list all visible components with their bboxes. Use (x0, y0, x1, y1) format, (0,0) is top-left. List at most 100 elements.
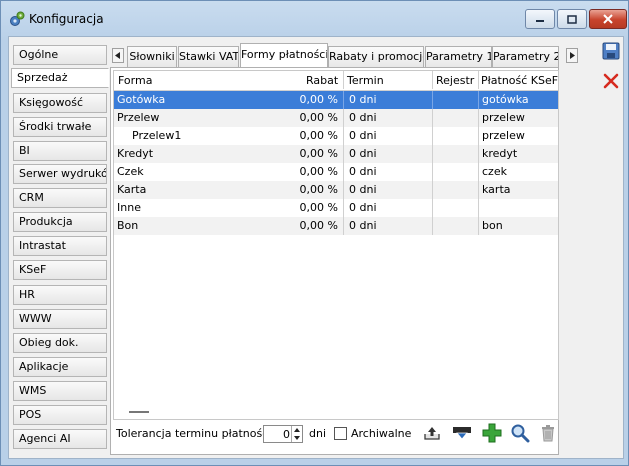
table-row[interactable]: Kredyt 0,00 % 0 dni kredyt (114, 145, 558, 163)
top-tab-5[interactable]: Parametry 1 (425, 46, 492, 67)
magnifier-icon (511, 424, 530, 443)
left-tab-6[interactable]: Serwer wydruków (13, 164, 107, 184)
trash-icon (542, 425, 554, 442)
maximize-button[interactable] (557, 9, 587, 29)
cell-ksef: bon (482, 219, 503, 232)
column-separator (343, 145, 344, 163)
spin-down-icon[interactable] (294, 436, 300, 440)
spinner-arrows[interactable] (291, 426, 302, 442)
left-tab-5[interactable]: BI (13, 141, 107, 161)
archive-label[interactable]: Archiwalne (351, 427, 411, 440)
top-tab-1[interactable]: Słowniki (127, 46, 177, 67)
top-tab-2[interactable]: Stawki VAT (178, 46, 239, 67)
table-row[interactable]: Przelew1 0,00 % 0 dni przelew (114, 127, 558, 145)
column-header-platnosc-ksef[interactable]: Płatność KSeF (481, 74, 558, 87)
save-button[interactable] (599, 39, 623, 63)
left-tab-11[interactable]: HR (13, 285, 107, 305)
left-tab-14[interactable]: Aplikacje (13, 357, 107, 377)
table-row[interactable]: Przelew 0,00 % 0 dni przelew (114, 109, 558, 127)
cell-rabat: 0,00 % (299, 183, 338, 196)
column-separator (478, 127, 479, 145)
top-tab-3[interactable]: Formy płatności (240, 43, 328, 68)
cancel-button[interactable] (599, 69, 623, 93)
column-header-termin[interactable]: Termin (347, 74, 384, 87)
column-separator (478, 91, 479, 109)
cell-ksef: karta (482, 183, 511, 196)
left-tab-2[interactable]: Sprzedaż (11, 68, 109, 88)
payment-forms-grid: Forma Rabat Termin Rejestr Płatność KSeF… (113, 70, 559, 420)
column-separator (432, 145, 433, 163)
floppy-disk-icon (602, 42, 620, 60)
cell-rabat: 0,00 % (299, 111, 338, 124)
left-tab-7[interactable]: CRM (13, 188, 107, 208)
column-separator (432, 199, 433, 217)
left-tab-4[interactable]: Środki trwałe (13, 117, 107, 137)
cell-ksef: kredyt (482, 147, 518, 160)
cell-termin: 0 dni (349, 129, 377, 142)
cell-forma: Bon (117, 219, 139, 232)
left-tab-10[interactable]: KSeF (13, 260, 107, 280)
archive-checkbox[interactable] (334, 427, 347, 440)
tolerance-unit: dni (309, 427, 327, 440)
column-separator (343, 163, 344, 181)
import-button[interactable] (451, 422, 473, 444)
table-row[interactable]: Bon 0,00 % 0 dni bon (114, 217, 558, 235)
minimize-icon (536, 20, 544, 22)
column-separator (478, 109, 479, 127)
column-header-rabat[interactable]: Rabat (306, 74, 338, 87)
column-separator (478, 199, 479, 217)
tolerance-spinner[interactable]: 0 (263, 425, 303, 443)
top-tab-6[interactable]: Parametry 2 (492, 46, 559, 67)
cell-termin: 0 dni (349, 93, 377, 106)
cell-rabat: 0,00 % (299, 129, 338, 142)
left-tab-1[interactable]: Ogólne (13, 45, 107, 65)
table-row[interactable]: Czek 0,00 % 0 dni czek (114, 163, 558, 181)
spin-up-icon[interactable] (294, 428, 300, 432)
export-button[interactable] (421, 422, 443, 444)
cell-ksef: gotówka (482, 93, 529, 106)
cell-forma: Karta (117, 183, 147, 196)
column-header-forma[interactable]: Forma (118, 74, 152, 87)
cell-rabat: 0,00 % (299, 165, 338, 178)
configuration-window: Konfiguracja Ogólne Sprzedaż Księgowość Śro… (0, 0, 629, 466)
download-tray-icon (453, 427, 471, 440)
add-button[interactable] (481, 422, 503, 444)
window-title: Konfiguracja (29, 12, 104, 26)
title-bar: Konfiguracja (1, 1, 628, 37)
column-header-rejestr[interactable]: Rejestr (436, 74, 474, 87)
cell-ksef: przelew (482, 129, 525, 142)
column-separator (478, 145, 479, 163)
left-tab-16[interactable]: POS (13, 405, 107, 425)
left-tab-15[interactable]: WMS (13, 381, 107, 401)
plus-icon (482, 423, 502, 443)
left-tab-9[interactable]: Intrastat (13, 236, 107, 256)
column-separator (343, 91, 344, 109)
cell-forma: Kredyt (117, 147, 154, 160)
column-separator (343, 181, 344, 199)
tabs-scroll-right-button[interactable] (566, 48, 578, 63)
top-tab-4[interactable]: Rabaty i promocje (328, 46, 424, 67)
left-tab-3[interactable]: Księgowość (13, 93, 107, 113)
resize-grip[interactable] (129, 411, 149, 413)
left-tab-13[interactable]: Obieg dok. (13, 333, 107, 353)
header-separator (478, 71, 479, 89)
cell-rabat: 0,00 % (299, 219, 338, 232)
left-tab-17[interactable]: Agenci AI (13, 429, 107, 449)
table-row[interactable]: Inne 0,00 % 0 dni (114, 199, 558, 217)
delete-button[interactable] (537, 422, 559, 444)
tolerance-value[interactable]: 0 (283, 428, 290, 441)
table-row[interactable]: Karta 0,00 % 0 dni karta (114, 181, 558, 199)
cell-ksef: czek (482, 165, 507, 178)
gears-icon (10, 11, 25, 26)
column-separator (432, 127, 433, 145)
left-tab-12[interactable]: WWW (13, 309, 107, 329)
header-separator (343, 71, 344, 89)
left-tab-8[interactable]: Produkcja (13, 212, 107, 232)
tabs-scroll-left-button[interactable] (112, 48, 124, 63)
table-row[interactable]: Gotówka 0,00 % 0 dni gotówka (114, 91, 558, 109)
close-window-button[interactable] (589, 9, 627, 29)
cell-forma: Przelew1 (132, 129, 182, 142)
search-button[interactable] (509, 422, 531, 444)
minimize-button[interactable] (525, 9, 555, 29)
column-separator (432, 109, 433, 127)
